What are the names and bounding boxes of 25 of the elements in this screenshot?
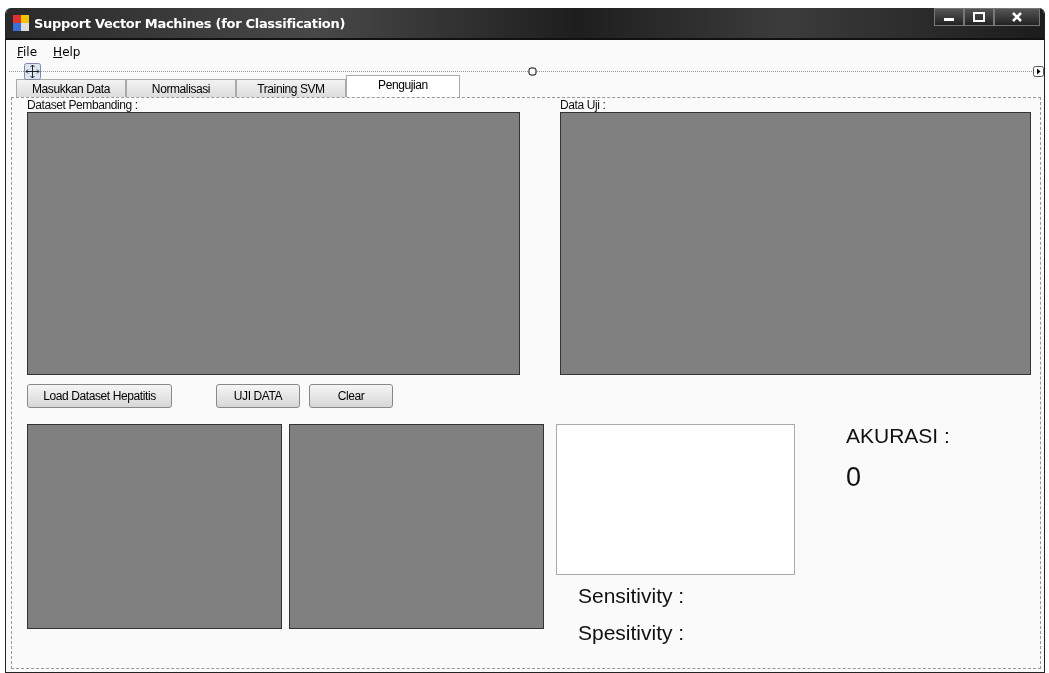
specificity-label: Spesitivity : [577, 620, 686, 646]
tab[interactable]: Masukkan Data [16, 79, 126, 97]
action-button[interactable]: Clear [309, 384, 393, 408]
action-button[interactable]: UJI DATA [216, 384, 300, 408]
maximize-icon [973, 12, 985, 22]
resize-handle-icon[interactable] [528, 67, 537, 76]
window-title: Support Vector Machines (for Classification) [34, 15, 346, 31]
tab[interactable]: Normalisasi [126, 79, 236, 97]
menu-item[interactable]: File [17, 45, 38, 65]
app-icon [13, 15, 29, 31]
sensitivity-label: Sensitivity : [577, 583, 686, 609]
accuracy-label: AKURASI : [846, 424, 950, 448]
grid-label: Data Uji : [560, 98, 607, 112]
tab[interactable]: Training SVM [236, 79, 346, 97]
close-button[interactable] [994, 8, 1040, 26]
menu-item[interactable]: Help [53, 45, 81, 65]
accuracy-value: 0 [846, 462, 863, 493]
smart-tag-icon[interactable] [1033, 66, 1044, 77]
close-icon [1011, 12, 1023, 22]
minimize-button[interactable] [934, 8, 964, 26]
grid-label: Dataset Pembanding : [27, 98, 139, 112]
tab[interactable]: Pengujian [346, 75, 460, 97]
maximize-button[interactable] [964, 8, 994, 26]
move-handle-icon[interactable] [24, 63, 41, 80]
action-button[interactable]: Load Dataset Hepatitis [27, 384, 172, 408]
